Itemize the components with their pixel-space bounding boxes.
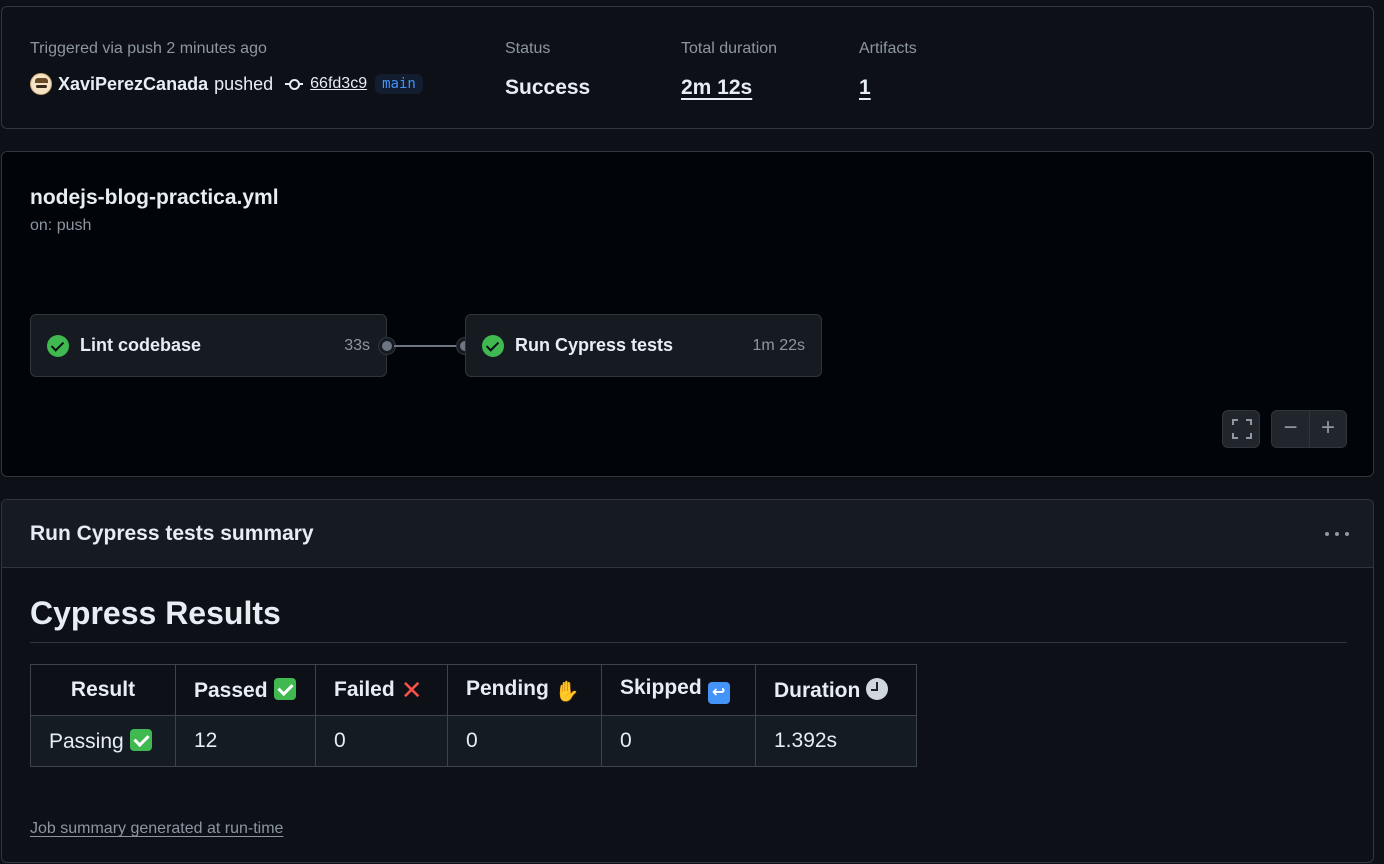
cell-skipped: 0 (601, 715, 756, 767)
job-output-node (379, 338, 395, 354)
zoom-in-button[interactable]: + (1309, 411, 1346, 447)
run-summary-card: Triggered via push 2 minutes ago XaviPer… (1, 6, 1374, 129)
workflow-filename: nodejs-blog-practica.yml (30, 186, 279, 209)
header-failed: Failed ✕ (315, 664, 448, 716)
job-summary-header: Run Cypress tests summary (2, 500, 1373, 568)
job-summary-footnote-link[interactable]: Job summary generated at run-time (30, 820, 283, 838)
job-summary-title: Run Cypress tests summary (30, 522, 314, 545)
zoom-out-button[interactable]: − (1272, 411, 1309, 447)
artifacts-count-link[interactable]: 1 (859, 76, 871, 100)
job-name: Run Cypress tests (515, 335, 674, 355)
artifacts-label: Artifacts (859, 40, 917, 57)
cross-mark-icon: ✕ (400, 675, 423, 705)
trigger-line: XaviPerezCanada pushed 66fd3c9 main (30, 71, 423, 97)
workflow-graph-card: nodejs-blog-practica.yml on: push Lint c… (1, 151, 1374, 477)
workflow-trigger: on: push (30, 217, 92, 234)
job-run-cypress-tests[interactable]: Run Cypress tests 1m 22s (465, 314, 822, 377)
avatar[interactable] (30, 73, 52, 95)
header-result: Result (30, 664, 176, 716)
fullscreen-icon (1232, 419, 1252, 439)
clock-icon (866, 677, 889, 700)
table-row: Passing 12 0 0 0 1.392s (30, 715, 917, 767)
commit-sha-link[interactable]: 66fd3c9 (310, 75, 367, 93)
cell-passed: 12 (175, 715, 316, 767)
table-header-row: Result Passed Failed ✕ Pending ✋ Skipped ↩ … (30, 664, 917, 716)
duration-link[interactable]: 2m 12s (681, 76, 752, 100)
fullscreen-button[interactable] (1222, 410, 1260, 448)
check-mark-button-icon (273, 677, 296, 700)
kebab-menu-icon[interactable] (1323, 524, 1351, 542)
actor-link[interactable]: XaviPerezCanada (58, 74, 208, 95)
job-duration: 33s (344, 336, 370, 354)
trigger-label: Triggered via push 2 minutes ago (30, 40, 267, 57)
header-skipped: Skipped ↩ (601, 664, 756, 716)
cell-failed: 0 (315, 715, 448, 767)
cell-duration: 1.392s (755, 715, 917, 767)
job-name: Lint codebase (80, 335, 202, 355)
raised-hand-icon: ✋ (554, 681, 580, 703)
success-check-icon (482, 334, 504, 357)
push-action-text: pushed (214, 73, 274, 94)
job-duration: 1m 22s (752, 336, 805, 354)
results-table: Result Passed Failed ✕ Pending ✋ Skipped ↩ … (30, 664, 917, 767)
job-summary-card: Run Cypress tests summary Cypress Result… (1, 499, 1374, 863)
job-dependency-connector (394, 345, 462, 347)
duration-label: Total duration (681, 40, 778, 57)
cypress-results-heading: Cypress Results (30, 595, 1347, 643)
cell-result: Passing (30, 715, 176, 767)
success-check-icon (47, 334, 69, 357)
status-value: Success (505, 76, 591, 99)
cell-pending: 0 (447, 715, 602, 767)
job-lint-codebase[interactable]: Lint codebase 33s (30, 314, 387, 377)
branch-badge[interactable]: main (375, 74, 423, 94)
zoom-controls: − + (1271, 410, 1347, 448)
status-label: Status (505, 40, 551, 57)
header-pending: Pending ✋ (447, 664, 602, 716)
header-duration: Duration (755, 664, 917, 716)
check-mark-button-icon (129, 728, 152, 751)
skip-arrow-icon: ↩ (707, 682, 730, 704)
git-commit-icon (285, 77, 304, 91)
header-passed: Passed (175, 664, 316, 716)
